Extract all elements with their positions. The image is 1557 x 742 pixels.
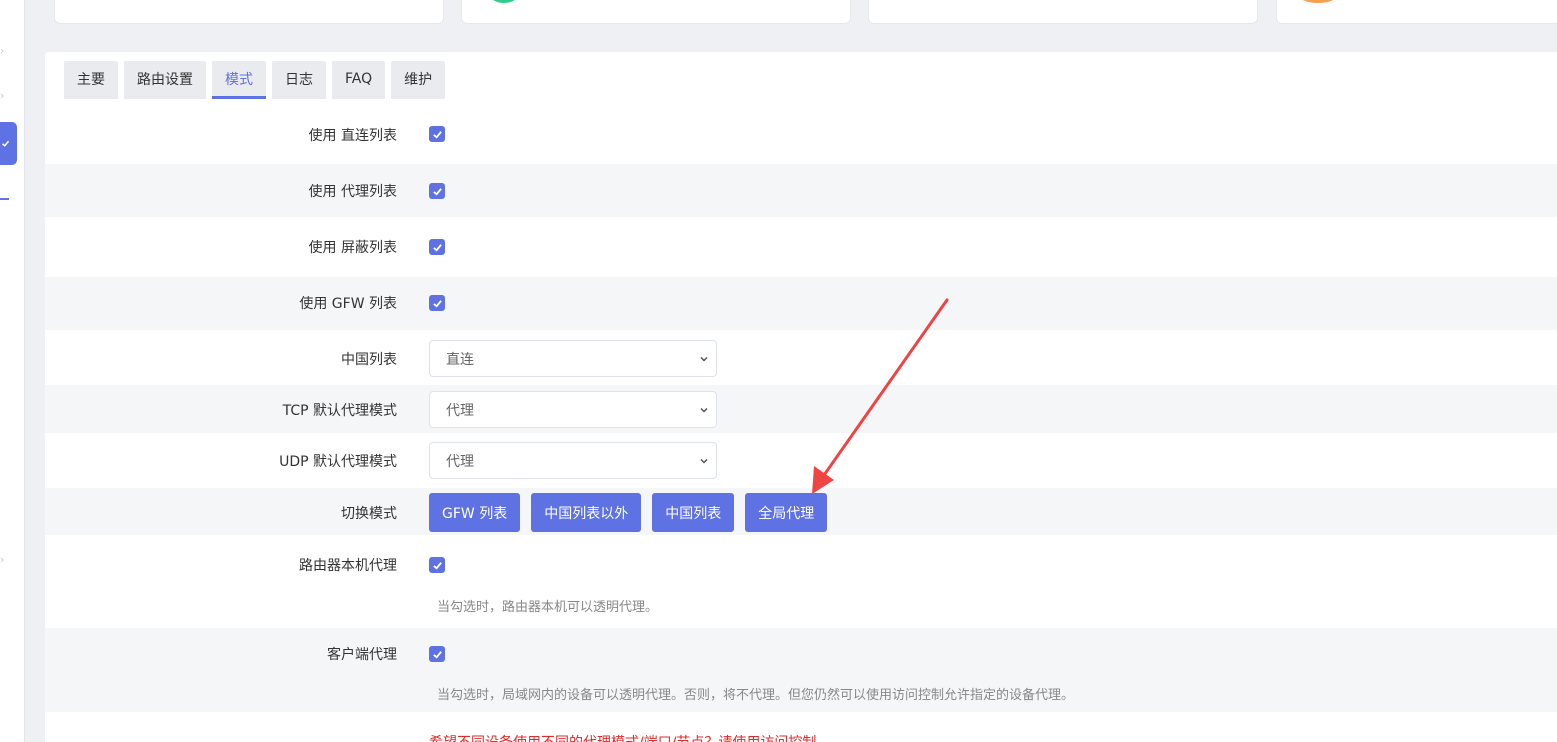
- stat-card: [1276, 0, 1557, 24]
- mode-settings-panel: 主要 路由设置 模式 日志 FAQ 维护 使用 直连列表 使用 代理列表 使用 …: [45, 52, 1557, 742]
- form-row: 切换模式 GFW 列表 中国列表以外 中国列表 全局代理: [45, 488, 1557, 535]
- client-proxy-help: 当勾选时，局域网内的设备可以透明代理。否则，将不代理。但您仍然可以使用访问控制允…: [437, 688, 1075, 703]
- tab-mode[interactable]: 模式: [212, 61, 266, 99]
- stat-card: [461, 0, 851, 24]
- tab-maintenance[interactable]: 维护: [391, 61, 446, 99]
- china-list-value: 直连: [446, 351, 474, 368]
- router-proxy-label: 路由器本机代理: [299, 558, 397, 574]
- check-icon: [432, 561, 442, 570]
- form-row: 使用 屏蔽列表: [45, 217, 1557, 277]
- client-proxy-label: 客户端代理: [327, 647, 397, 663]
- udp-mode-label: UDP 默认代理模式: [279, 454, 397, 470]
- use-block-list-checkbox[interactable]: [429, 239, 445, 255]
- use-block-list-label: 使用 屏蔽列表: [308, 240, 397, 256]
- check-icon: [432, 299, 442, 308]
- china-list-mode-button[interactable]: 中国列表: [652, 493, 735, 532]
- check-icon: [432, 187, 442, 196]
- access-control-link[interactable]: 希望不同设备使用不同的代理模式/端口/节点？请使用访问控制: [429, 732, 816, 742]
- form-row: 中国列表 直连: [45, 330, 1557, 385]
- form-row: TCP 默认代理模式 代理: [45, 385, 1557, 433]
- gfw-list-mode-button[interactable]: GFW 列表: [429, 493, 521, 532]
- check-icon: [432, 130, 442, 139]
- tab-route-settings[interactable]: 路由设置: [124, 61, 206, 99]
- tcp-mode-label: TCP 默认代理模式: [282, 403, 397, 419]
- form-row: 使用 代理列表: [45, 164, 1557, 217]
- stat-icon: [1297, 0, 1339, 3]
- switch-mode-label: 切换模式: [341, 506, 397, 522]
- chevron-right-icon[interactable]: ›: [0, 45, 8, 56]
- chevron-down-icon: [700, 356, 708, 362]
- sidebar-item-active[interactable]: [0, 122, 17, 165]
- use-proxy-list-label: 使用 代理列表: [308, 184, 397, 200]
- tcp-mode-select[interactable]: 代理: [429, 391, 717, 428]
- check-icon: [432, 243, 442, 252]
- router-proxy-checkbox[interactable]: [429, 557, 445, 573]
- use-proxy-list-checkbox[interactable]: [429, 183, 445, 199]
- chevron-down-icon: [700, 407, 708, 413]
- form-row: 客户端代理 当勾选时，局域网内的设备可以透明代理。否则，将不代理。但您仍然可以使…: [45, 628, 1557, 712]
- tab-faq[interactable]: FAQ: [332, 61, 386, 99]
- stat-card: [54, 0, 444, 24]
- global-proxy-mode-button[interactable]: 全局代理: [745, 493, 828, 532]
- check-icon: [2, 140, 10, 147]
- outside-china-list-mode-button[interactable]: 中国列表以外: [531, 493, 642, 532]
- sidebar: › › ›: [0, 0, 25, 742]
- udp-mode-select[interactable]: 代理: [429, 442, 717, 479]
- chevron-right-icon[interactable]: ›: [0, 554, 8, 565]
- china-list-select[interactable]: 直连: [429, 340, 717, 377]
- use-direct-list-checkbox[interactable]: [429, 126, 445, 142]
- form-row: 路由器本机代理 当勾选时，路由器本机可以透明代理。: [45, 535, 1557, 628]
- check-icon: [432, 650, 442, 659]
- tab-log[interactable]: 日志: [272, 61, 326, 99]
- stat-card: [868, 0, 1258, 24]
- use-gfw-list-label: 使用 GFW 列表: [299, 296, 397, 312]
- tab-main[interactable]: 主要: [64, 61, 118, 99]
- chevron-down-icon: [700, 458, 708, 464]
- switch-mode-button-group: GFW 列表 中国列表以外 中国列表 全局代理: [429, 493, 838, 532]
- udp-mode-value: 代理: [446, 453, 474, 470]
- tab-bar: 主要 路由设置 模式 日志 FAQ 维护: [64, 61, 446, 99]
- status-icon: [489, 0, 519, 3]
- form-row: 希望不同设备使用不同的代理模式/端口/节点？请使用访问控制: [45, 712, 1557, 742]
- sidebar-active-indicator: [0, 198, 9, 200]
- form-row: 使用 GFW 列表: [45, 277, 1557, 330]
- form-row: UDP 默认代理模式 代理: [45, 433, 1557, 488]
- client-proxy-checkbox[interactable]: [429, 646, 445, 662]
- chevron-right-icon[interactable]: ›: [0, 90, 8, 101]
- form-row: 使用 直连列表: [45, 100, 1557, 164]
- china-list-label: 中国列表: [341, 352, 397, 368]
- router-proxy-help: 当勾选时，路由器本机可以透明代理。: [437, 600, 659, 615]
- tcp-mode-value: 代理: [446, 402, 474, 419]
- use-gfw-list-checkbox[interactable]: [429, 295, 445, 311]
- use-direct-list-label: 使用 直连列表: [308, 128, 397, 144]
